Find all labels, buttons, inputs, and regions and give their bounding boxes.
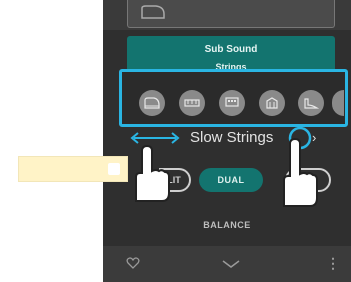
electric-piano-icon[interactable] [179, 90, 205, 116]
sub-sound-title: Sub Sound [204, 44, 258, 55]
main-sound-card[interactable] [127, 0, 335, 28]
dual-mode-button[interactable]: DUAL [199, 168, 263, 192]
tooltip-pointer [108, 163, 120, 175]
chevron-down-icon[interactable] [221, 259, 241, 269]
grand-piano-icon [141, 5, 165, 19]
more-icon[interactable] [332, 90, 344, 116]
more-options-icon[interactable]: ⋮ [326, 256, 340, 270]
organ-icon[interactable] [219, 90, 245, 116]
grand-piano-icon[interactable] [139, 90, 165, 116]
tap-hand-icon [283, 126, 318, 207]
strings-icon[interactable] [298, 90, 324, 116]
instrument-icon-bar[interactable] [119, 69, 348, 127]
balance-label: BALANCE [203, 220, 251, 230]
swipe-hand-icon [135, 144, 170, 202]
instrument-name: Slow Strings [190, 129, 274, 146]
harpsichord-icon[interactable] [259, 90, 285, 116]
heart-icon[interactable] [126, 256, 140, 270]
